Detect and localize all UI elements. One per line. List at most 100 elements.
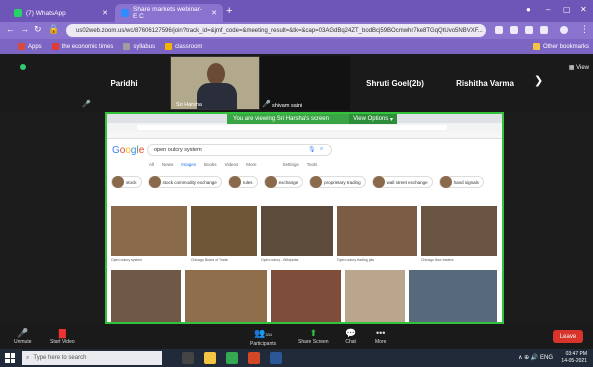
maximize-icon[interactable]: ▢ <box>563 5 571 14</box>
whatsapp-icon <box>14 9 22 17</box>
system-tray[interactable]: ∧ ⊕ 🔊 ENG <box>518 354 553 361</box>
share-screen-button[interactable]: ⬆ Share Screen <box>298 327 329 345</box>
chat-icon: 💬 <box>345 328 357 338</box>
image-result[interactable] <box>261 206 333 256</box>
person-head <box>207 63 225 85</box>
search-icon: ⌕ <box>26 354 30 361</box>
forward-icon[interactable]: → <box>20 24 29 34</box>
word-icon[interactable] <box>270 352 282 364</box>
bookmark-apps[interactable]: Apps <box>18 43 42 50</box>
powerpoint-icon[interactable] <box>248 352 260 364</box>
file-explorer-icon[interactable] <box>204 352 216 364</box>
bookmark-classroom[interactable]: classroom <box>165 43 202 50</box>
puzzle-icon[interactable] <box>540 26 548 34</box>
leave-button[interactable]: Leave <box>553 330 583 343</box>
tab-settings[interactable]: Settings <box>283 162 299 167</box>
chip[interactable]: proprietary trading <box>309 176 366 188</box>
tab-more[interactable]: More <box>246 162 256 167</box>
extension-icon[interactable] <box>495 26 503 34</box>
unmute-button[interactable]: 🎤 Unmute <box>14 327 32 345</box>
connection-icon <box>20 64 26 70</box>
participants-icon: 👥334 <box>254 328 273 338</box>
extension-icon[interactable] <box>525 26 533 34</box>
avatar[interactable] <box>560 26 568 34</box>
muted-mic-icon: 🎤 <box>262 101 271 108</box>
image-result[interactable] <box>345 270 405 322</box>
image-result[interactable] <box>409 270 497 322</box>
start-video-button[interactable]: ▇ Start Video <box>50 327 75 345</box>
close-tab-icon[interactable]: ✕ <box>102 9 108 17</box>
next-page-icon[interactable]: ❯ <box>534 74 543 87</box>
lock-icon[interactable]: 🔒 <box>48 24 59 35</box>
image-result[interactable] <box>337 206 417 256</box>
tab-videos[interactable]: Videos <box>225 162 239 167</box>
tab-news[interactable]: News <box>162 162 173 167</box>
new-tab-button[interactable]: + <box>226 5 232 17</box>
windows-start-icon[interactable] <box>5 353 15 363</box>
image-result[interactable] <box>185 270 267 322</box>
tab-label: Share markets webinar- E C <box>133 6 202 20</box>
reload-icon[interactable]: ↻ <box>34 24 42 35</box>
image-result[interactable] <box>271 270 341 322</box>
participant-tile[interactable]: Paridhi 🎤 <box>80 56 168 110</box>
url-field[interactable]: us02web.zoom.us/wc/87606127596/join?trac… <box>66 24 486 37</box>
back-icon[interactable]: ← <box>6 24 15 34</box>
shared-address-bar <box>107 123 502 132</box>
view-button[interactable]: ▦ View <box>569 64 589 71</box>
bookmark-syllabus[interactable]: syllabus <box>123 43 155 50</box>
close-window-icon[interactable]: ✕ <box>580 5 587 14</box>
chip[interactable]: stock <box>111 176 142 188</box>
shared-screen: You are viewing Sri Harsha's screen View… <box>105 112 504 324</box>
other-bookmarks[interactable]: Other bookmarks <box>532 43 589 50</box>
tab-books[interactable]: Books <box>204 162 217 167</box>
tab-tools[interactable]: Tools <box>307 162 318 167</box>
google-logo: Google <box>112 145 145 156</box>
chip[interactable]: rules <box>227 176 258 188</box>
close-tab-icon[interactable]: ✕ <box>211 9 217 17</box>
tab-all[interactable]: All <box>149 162 154 167</box>
task-view-icon[interactable] <box>182 352 194 364</box>
apps-icon <box>18 43 25 50</box>
more-button[interactable]: ••• More <box>375 327 386 345</box>
chat-button[interactable]: 💬 Chat <box>345 327 356 345</box>
tab-images[interactable]: Images <box>181 162 196 167</box>
mic-icon[interactable]: 🎙 <box>308 146 316 153</box>
chip[interactable]: exchange <box>263 176 304 188</box>
participant-tile[interactable]: 🎤 shivam saini <box>260 56 350 110</box>
chip[interactable]: wall street exchange <box>371 176 433 188</box>
minimize-icon[interactable]: – <box>546 5 550 14</box>
taskbar-clock[interactable]: 03:47 PM 14-05-2021 <box>561 351 587 365</box>
image-result[interactable] <box>421 206 497 256</box>
economic-times-icon <box>51 43 59 50</box>
participant-tile[interactable]: Rishitha Varma <box>440 56 530 110</box>
participant-tile[interactable]: Shruti Goel(2b) <box>350 56 440 110</box>
more-icon: ••• <box>375 328 386 338</box>
classroom-icon <box>165 43 173 50</box>
share-screen-icon: ⬆ <box>309 328 318 338</box>
image-result[interactable] <box>111 206 187 256</box>
tab-whatsapp[interactable]: (7) WhatsApp ✕ <box>8 4 114 22</box>
menu-icon[interactable]: ⋮ <box>580 24 589 35</box>
chrome-icon[interactable] <box>226 352 238 364</box>
bookmark-economic-times[interactable]: the economic times <box>51 43 113 50</box>
participants-button[interactable]: 👥334 Participants <box>250 327 276 347</box>
profile-icon[interactable]: ● <box>526 5 531 14</box>
shared-bookmarks <box>107 132 502 139</box>
person-body <box>197 83 237 109</box>
participant-video[interactable]: Sri Harsha <box>170 56 260 110</box>
muted-mic-icon: 🎤 <box>82 101 91 108</box>
chip[interactable]: stock commodity exchange <box>147 176 222 188</box>
search-tabs: All News Images Books Videos More Settin… <box>149 162 317 167</box>
view-options-button[interactable]: View Options ▾ <box>349 114 397 124</box>
chip[interactable]: hand signals <box>438 176 484 188</box>
folder-icon <box>532 43 540 50</box>
google-search-input[interactable]: open outcry system 🎙 ⌕ <box>147 144 332 156</box>
image-result[interactable] <box>111 270 181 322</box>
search-icon[interactable]: ⌕ <box>320 146 323 153</box>
image-result[interactable] <box>191 206 257 256</box>
star-icon[interactable] <box>510 26 518 34</box>
windows-taskbar: ⌕ Type here to search ∧ ⊕ 🔊 ENG 03:47 PM… <box>0 349 593 367</box>
taskbar-search[interactable]: ⌕ Type here to search <box>22 351 162 365</box>
bookmarks-bar: Apps the economic times syllabus classro… <box>0 39 593 54</box>
tab-zoom-webinar[interactable]: Share markets webinar- E C ✕ <box>115 4 223 22</box>
